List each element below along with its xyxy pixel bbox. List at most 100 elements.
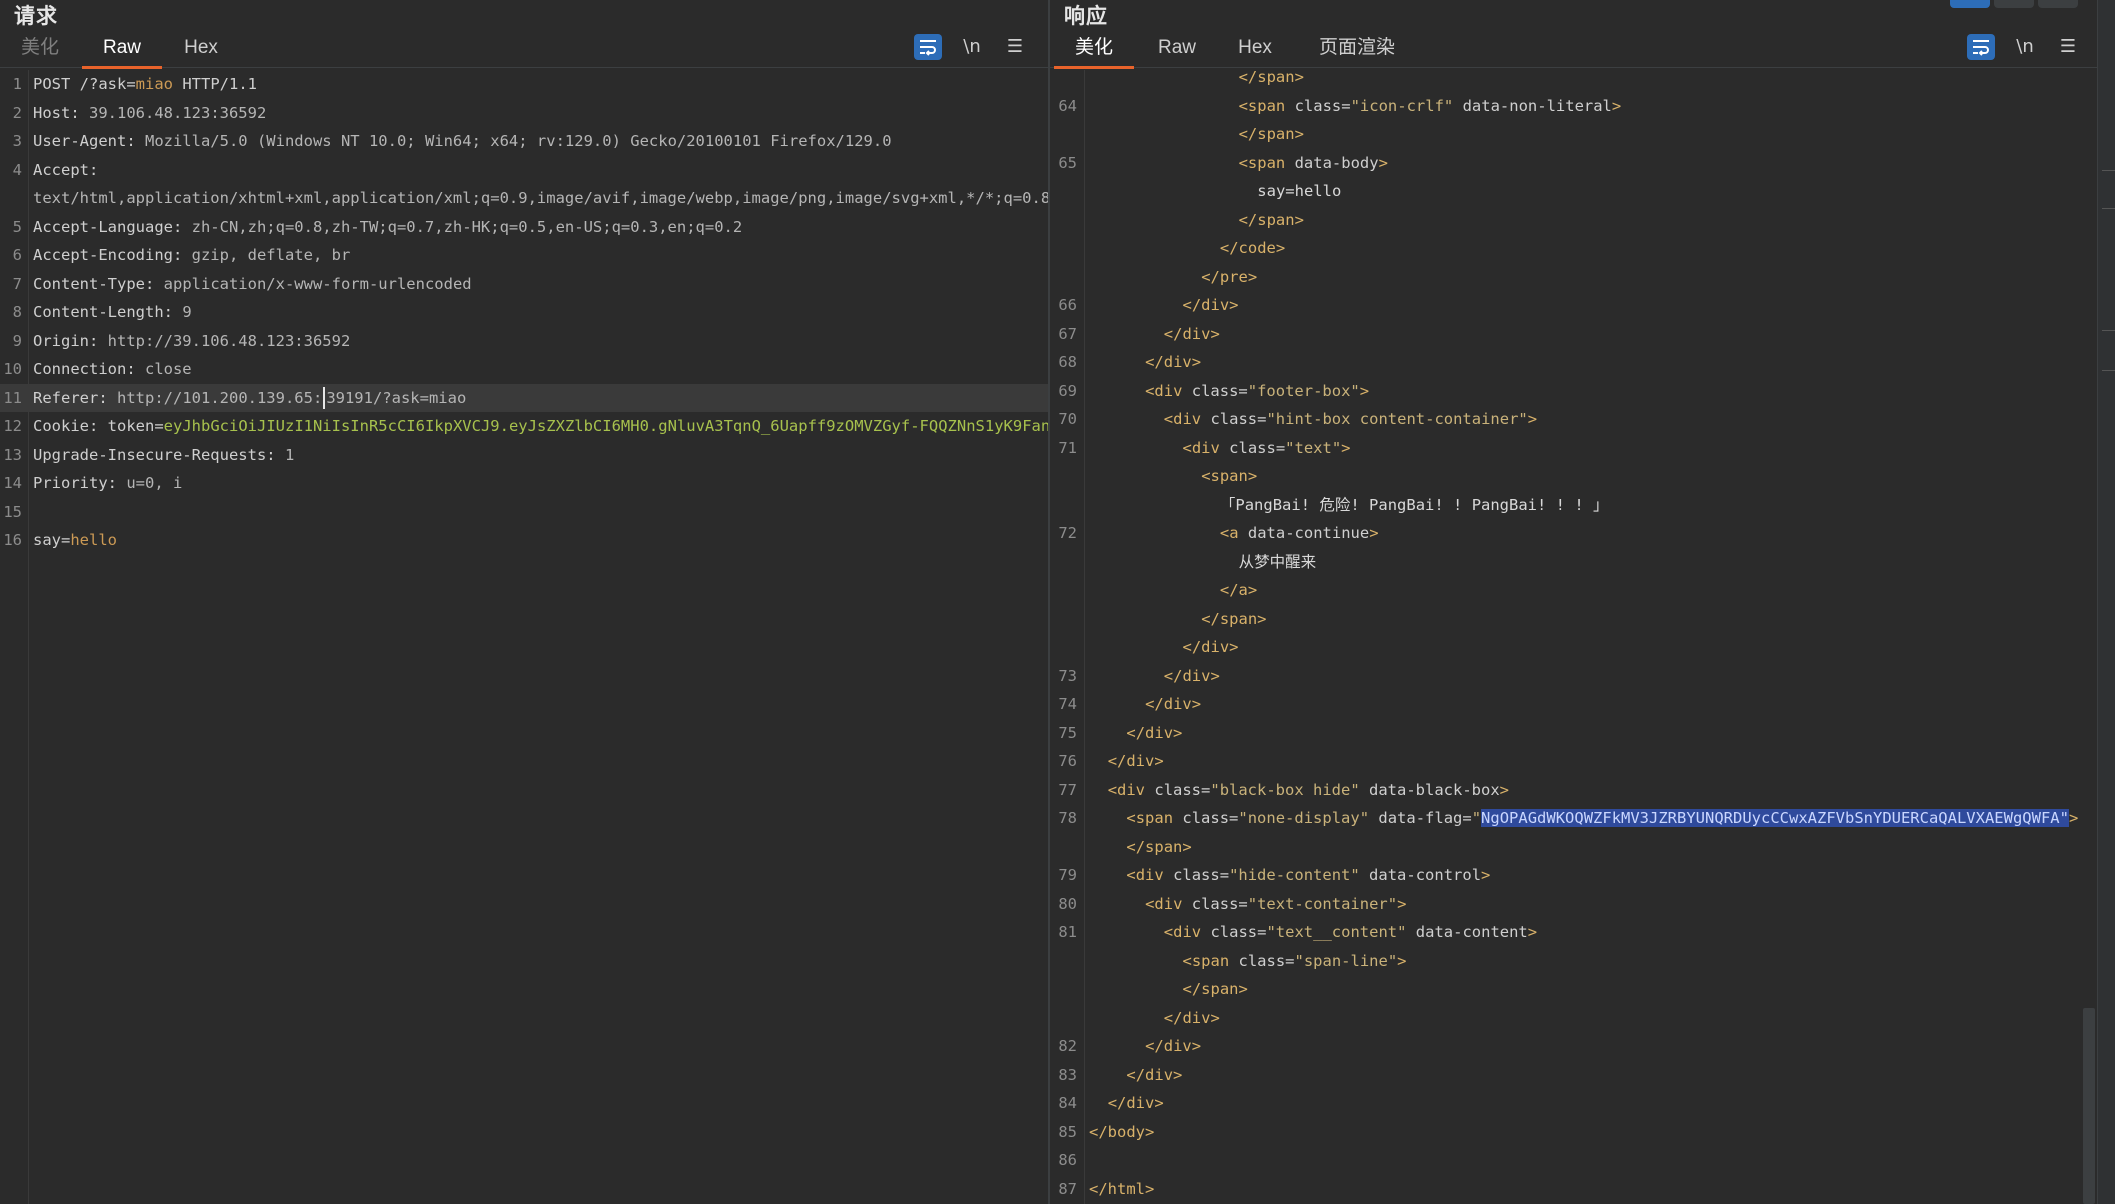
code-line: </pre> [1050,263,2097,292]
code-token: <div [1107,780,1155,799]
code-token: 1 [284,445,295,464]
code-text: </div> [1108,1089,1164,1118]
code-token: 39.106.48.123:36592 [89,103,267,122]
code-token: </div> [1107,1094,1164,1112]
request-editor[interactable]: 1 POST /?ask=miao HTTP/1.1 2 Host: 39.106.4… [0,70,1048,1204]
code-token: Priority: [33,474,127,492]
code-token: miao [135,75,173,93]
side-panel-strip[interactable] [2097,0,2115,1204]
code-token: data-control [1359,866,1482,884]
code-text: </div> [1126,1061,1182,1090]
code-text: User-Agent: Mozilla/5.0 (Windows NT 10.0… [33,127,892,156]
layout-split-horizontal-button[interactable] [1950,0,1990,8]
code-text: Accept-Language: zh-CN,zh;q=0.8,zh-TW;q=… [33,213,742,242]
line-number: 65 [1058,153,1077,172]
code-text: </div> [1183,291,1239,320]
code-line: </span> [1050,975,2097,1004]
code-token: > [1397,951,1407,970]
code-token: 9 [182,303,192,321]
code-token: say [33,531,61,549]
code-token: class= [1154,780,1211,799]
code-token: u=0, i [126,474,183,492]
code-token: </div> [1126,1065,1183,1084]
line-number: 68 [1058,353,1077,371]
code-token: http://101.200.139.65: [117,388,323,407]
code-token: Cookie: [33,417,108,435]
line-number: 67 [1058,324,1077,343]
code-token: </div> [1163,324,1220,343]
code-token: Referer: [33,388,117,407]
tab-hex[interactable]: Hex [1232,33,1278,66]
line-number: 15 [3,502,22,521]
code-text: </body> [1089,1118,1154,1147]
line-number: 8 [12,303,22,321]
line-number: 82 [1058,1037,1077,1055]
code-line: </span> [1050,605,2097,634]
wrap-lines-icon[interactable] [914,34,942,60]
code-token: class= [1182,809,1239,827]
code-token: = [61,531,71,549]
request-title: 请求 [14,5,58,28]
tab-pretty[interactable]: 美化 [14,33,66,66]
code-line: 从梦中醒来 [1050,548,2097,577]
line-number: 87 [1058,1179,1077,1198]
response-editor[interactable]: </span> 64 <span class="icon-crlf" data-no… [1050,68,2097,1204]
code-token: "text" [1285,438,1342,457]
code-token: </div> [1182,638,1239,656]
code-text: Host: 39.106.48.123:36592 [33,99,266,128]
line-number: 12 [3,417,22,435]
code-token: <span [1238,96,1295,115]
line-number: 72 [1058,524,1077,542]
tab-raw[interactable]: Raw [1152,33,1202,66]
hamburger-menu-icon[interactable]: ☰ [1001,34,1029,60]
code-token: data-black-box [1359,780,1500,799]
code-token: class= [1210,923,1267,941]
response-scrollbar[interactable] [2083,1008,2095,1204]
code-token: </span> [1126,837,1192,856]
layout-split-vertical-button[interactable] [1994,0,2034,8]
code-line: 75 </div> [1050,719,2097,748]
code-line: 12 Cookie: token=eyJhbGciOiJIUzI1NiIsInR5… [0,412,1048,441]
code-token: "span-line" [1294,951,1398,970]
code-line: 67 </div> [1050,320,2097,349]
code-line: 86 [1050,1146,2097,1175]
line-number: 78 [1058,809,1077,827]
code-text: <div class="footer-box"> [1145,377,1369,406]
code-token: <div [1126,866,1174,884]
response-pane: 响应 美化 Raw Hex 页面渲染 \n ☰ </span> 64 <span c… [1050,0,2097,1204]
code-line: 7 Content-Type: application/x-www-form-ur… [0,270,1048,299]
code-token: = [126,75,136,93]
code-line: 9 Origin: http://39.106.48.123:36592 [0,327,1048,356]
wrap-lines-icon[interactable] [1967,34,1995,60]
code-token: data-content [1406,923,1528,941]
code-token: <span> [1201,467,1258,485]
code-line: </span> [1050,63,2097,92]
code-line: 13 Upgrade-Insecure-Requests: 1 [0,441,1048,470]
line-number: 84 [1058,1094,1077,1112]
code-line: 2 Host: 39.106.48.123:36592 [0,99,1048,128]
newline-toggle[interactable]: \n [958,34,986,60]
code-token: "hide-content" [1229,866,1360,884]
code-token: class= [1229,438,1286,457]
code-token: say=hello [1257,182,1342,200]
code-text: <span class="span-line"> [1183,947,1407,976]
tab-render[interactable]: 页面渲染 [1312,33,1402,66]
tab-hex[interactable]: Hex [178,33,224,66]
newline-toggle[interactable]: \n [2011,34,2039,60]
code-token: </pre> [1201,267,1258,286]
line-number: 66 [1058,296,1077,314]
code-text: Accept: [33,156,108,185]
code-line: <span class="span-line"> [1050,947,2097,976]
code-line: </span> [1050,833,2097,862]
layout-tabs-button[interactable] [2038,0,2078,8]
code-line: 6 Accept-Encoding: gzip, deflate, br [0,241,1048,270]
code-line: 78 <span class="none-display" data-flag="… [1050,804,2097,833]
tab-raw[interactable]: Raw [82,33,162,69]
hamburger-menu-icon[interactable]: ☰ [2054,34,2082,60]
code-token: Upgrade-Insecure-Requests: [33,445,285,464]
line-number: 70 [1058,410,1077,428]
code-text: </span> [1239,120,1304,149]
code-token: > [2068,809,2079,827]
code-token: token [107,417,155,435]
code-text: <div class="text"> [1183,434,1351,463]
